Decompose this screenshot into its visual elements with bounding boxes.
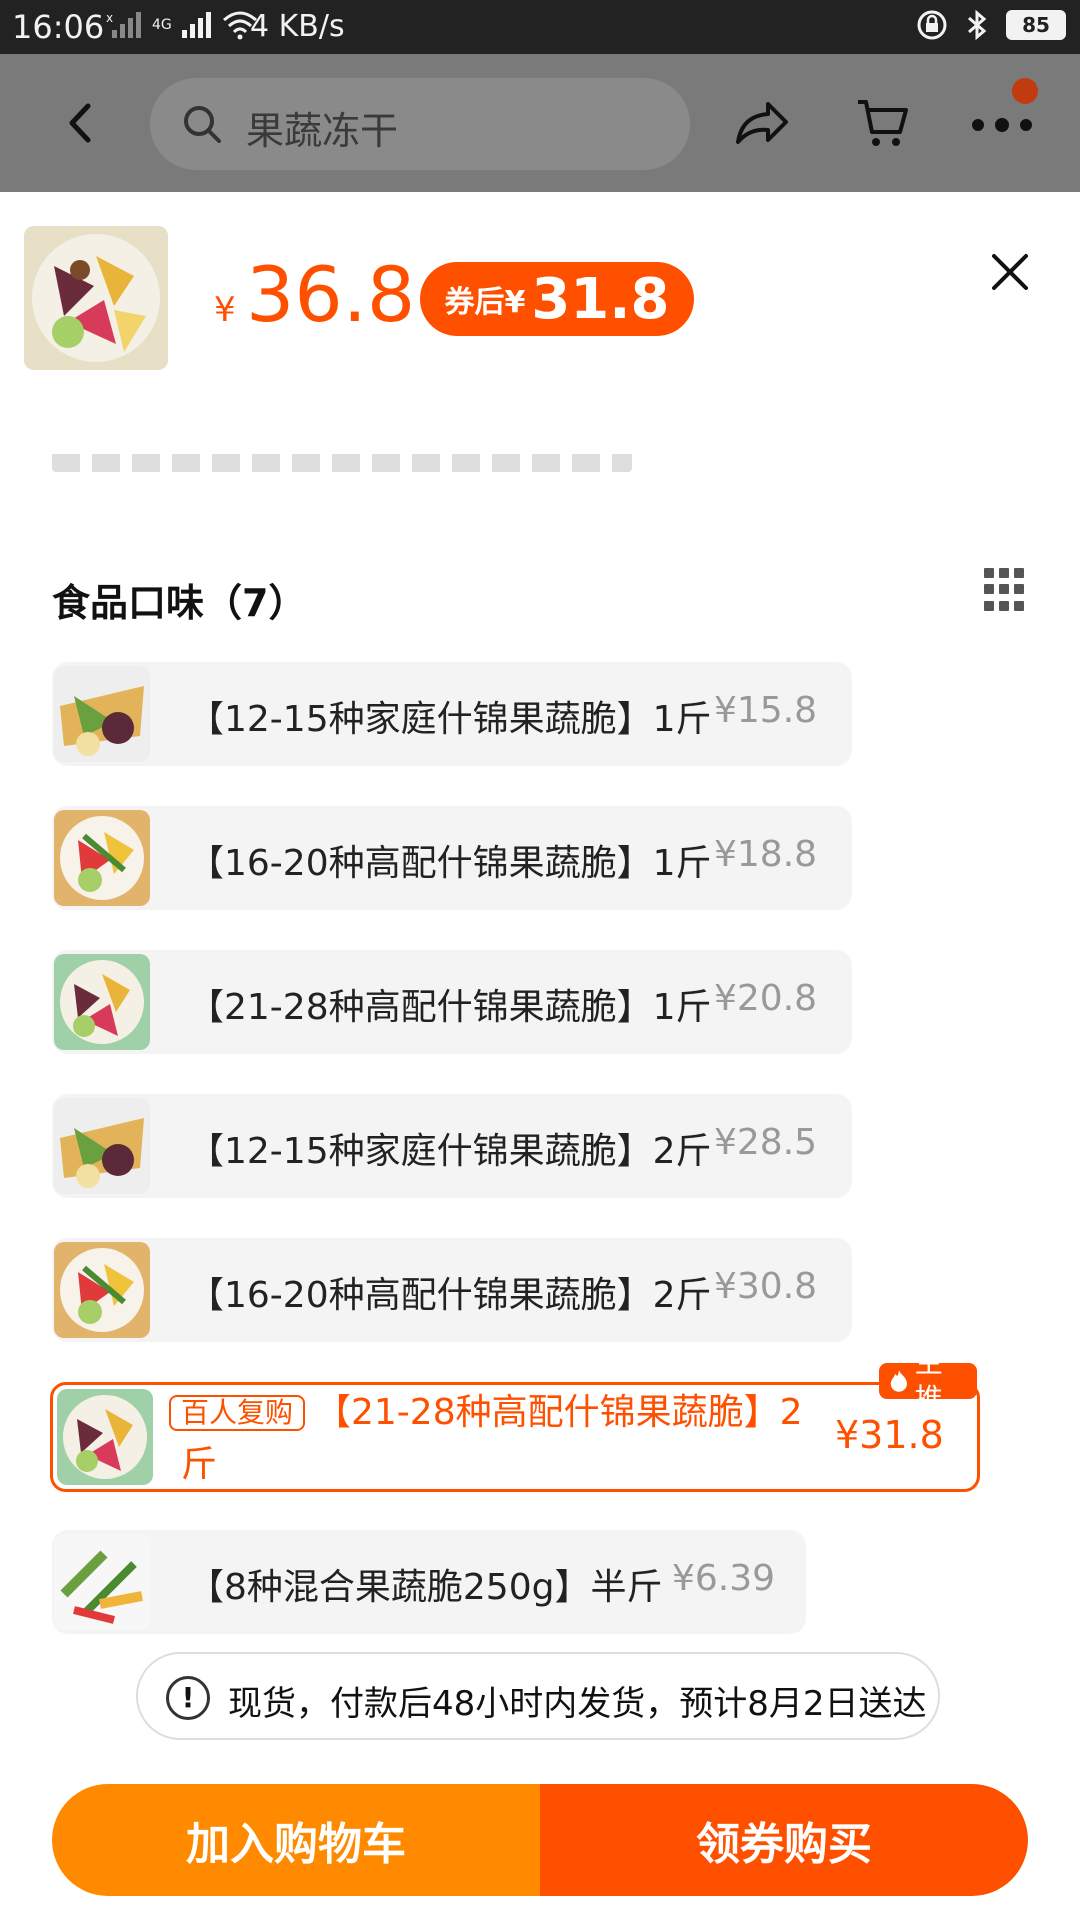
action-bar: 加入购物车 领券购买 [52, 1784, 1028, 1896]
faded-scrolled-content [52, 454, 632, 476]
search-input[interactable]: 果蔬冻干 [150, 78, 690, 170]
featured-tag: 主推 [879, 1346, 977, 1415]
option-price: ¥31.8 [835, 1413, 944, 1457]
back-arrow-icon[interactable] [58, 98, 104, 148]
bluetooth-icon [968, 9, 987, 41]
status-icons-right: 85 [916, 9, 1066, 41]
signal-icon [181, 12, 211, 38]
coupon-label: 券后¥ [444, 285, 526, 320]
featured-tag-label: 主推 [914, 1346, 943, 1415]
option-item[interactable]: 【16-20种高配什锦果蔬脆】1斤 ¥18.8 [52, 806, 852, 910]
option-price: ¥20.8 [714, 978, 818, 1019]
battery-icon: 85 [1006, 10, 1066, 40]
option-price: ¥6.39 [672, 1558, 776, 1599]
cart-icon[interactable] [854, 94, 910, 150]
delivery-notice: ! 现货，付款后48小时内发货，预计8月2日送达 [136, 1652, 940, 1740]
repurchase-badge: 百人复购 [169, 1395, 306, 1431]
option-thumbnail [57, 1389, 153, 1485]
close-icon[interactable] [986, 248, 1034, 296]
option-label-wrap: 斤 [181, 1444, 218, 1485]
status-time: 16:06 [12, 8, 105, 46]
coupon-price: 31.8 [531, 266, 670, 332]
notification-dot [1012, 78, 1038, 104]
delivery-notice-text: 现货，付款后48小时内发货，预计8月2日送达 [228, 1684, 927, 1724]
option-item[interactable]: 【12-15种家庭什锦果蔬脆】2斤 ¥28.5 [52, 1094, 852, 1198]
option-thumbnail [54, 1242, 150, 1338]
network-speed: 4 KB/s [250, 9, 345, 44]
option-price: ¥30.8 [714, 1266, 818, 1307]
price-value: 36.8 [246, 250, 416, 339]
option-thumbnail [54, 666, 150, 762]
app-header: 果蔬冻干 [0, 54, 1080, 192]
mixed-fruit-image [24, 226, 168, 370]
option-item-selected[interactable]: 百人复购 【21-28种高配什锦果蔬脆】2 斤 ¥31.8 主推 [50, 1346, 980, 1492]
option-price: ¥28.5 [714, 1122, 818, 1163]
option-thumbnail [54, 1534, 150, 1630]
option-label: 【21-28种高配什锦果蔬脆】2 [315, 1392, 803, 1433]
search-icon [184, 106, 221, 143]
grid-view-icon[interactable] [984, 568, 1028, 612]
option-label: 【12-15种家庭什锦果蔬脆】1斤 [188, 699, 712, 740]
option-price: ¥15.8 [714, 690, 818, 731]
option-label: 【12-15种家庭什锦果蔬脆】2斤 [188, 1131, 712, 1172]
option-thumbnail [54, 810, 150, 906]
info-icon: ! [166, 1676, 210, 1720]
option-label: 【16-20种高配什锦果蔬脆】1斤 [188, 843, 712, 884]
svg-text:x: x [106, 11, 113, 25]
status-bar: 16:06 x 4G 4 KB/s 85 [0, 0, 1080, 54]
option-label: 【21-28种高配什锦果蔬脆】1斤 [188, 987, 712, 1028]
product-thumbnail [24, 226, 168, 370]
option-label: 【8种混合果蔬脆250g】半斤 [188, 1567, 663, 1608]
network-type: 4G [152, 17, 172, 33]
flame-icon [890, 1370, 907, 1392]
lock-rotation-icon [917, 10, 947, 40]
price-currency: ¥ [214, 290, 236, 330]
option-price: ¥18.8 [714, 834, 818, 875]
option-thumbnail [54, 954, 150, 1050]
search-text: 果蔬冻干 [246, 109, 399, 153]
option-item[interactable]: 【12-15种家庭什锦果蔬脆】1斤 ¥15.8 [52, 662, 852, 766]
option-item[interactable]: 【8种混合果蔬脆250g】半斤 ¥6.39 [52, 1530, 806, 1634]
option-item[interactable]: 【21-28种高配什锦果蔬脆】1斤 ¥20.8 [52, 950, 852, 1054]
option-label: 【16-20种高配什锦果蔬脆】2斤 [188, 1275, 712, 1316]
section-title: 食品口味（7） [52, 581, 307, 625]
add-to-cart-button[interactable]: 加入购物车 [52, 1784, 540, 1896]
buy-with-coupon-button[interactable]: 领券购买 [540, 1784, 1028, 1896]
option-item[interactable]: 【16-20种高配什锦果蔬脆】2斤 ¥30.8 [52, 1238, 852, 1342]
share-icon[interactable] [734, 98, 790, 148]
option-thumbnail [54, 1098, 150, 1194]
coupon-price-badge: 券后¥ 31.8 [420, 262, 694, 336]
status-icons-left: x 4G [106, 10, 258, 40]
more-icon[interactable] [970, 112, 1034, 138]
signal-off-icon: x [106, 11, 141, 38]
sku-selector-sheet: ¥ 36.8 券后¥ 31.8 食品口味（7） 【12-15种家庭什锦果蔬脆】1… [0, 192, 1080, 1920]
